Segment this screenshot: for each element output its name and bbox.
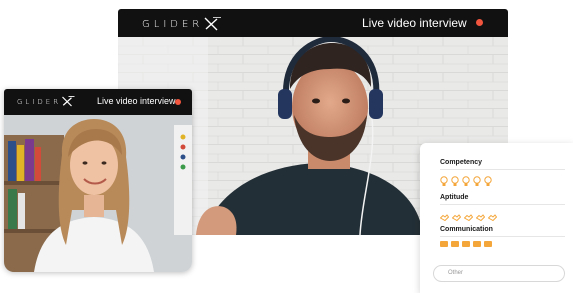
title-bar: GLIDER Live video interview <box>4 89 192 115</box>
rating-competency[interactable] <box>440 174 565 186</box>
signal-bar-icon[interactable] <box>451 241 459 247</box>
candidate-video-window: GLIDER Live video interview <box>4 89 192 272</box>
criterion-aptitude: Aptitude <box>439 194 565 222</box>
criterion-label: Competency <box>440 159 483 166</box>
brand-wordmark: GLIDER <box>17 97 62 106</box>
recording-indicator <box>175 99 181 105</box>
divider <box>440 204 565 205</box>
glider-x-icon <box>204 17 222 31</box>
handshake-icon[interactable] <box>463 209 474 222</box>
window-title: Live video interview <box>362 16 467 30</box>
handshake-icon[interactable] <box>439 209 450 222</box>
glider-x-icon <box>62 96 75 107</box>
lightbulb-icon[interactable] <box>451 174 459 186</box>
signal-bar-icon[interactable] <box>440 241 448 247</box>
criterion-label: Aptitude <box>440 194 469 201</box>
comment-input[interactable]: Other <box>433 265 565 282</box>
evaluation-panel: Competency Aptitude Communication Other <box>420 143 573 293</box>
window-title: Live video interview <box>97 96 176 106</box>
lightbulb-icon[interactable] <box>473 174 481 186</box>
title-bar: GLIDER Live video interview <box>118 9 508 37</box>
signal-bar-icon[interactable] <box>462 241 470 247</box>
brand-wordmark: GLIDER <box>142 18 204 30</box>
divider <box>440 236 565 237</box>
comment-placeholder: Other <box>448 270 464 276</box>
criterion-communication: Communication <box>440 226 565 247</box>
signal-bar-icon[interactable] <box>484 241 492 247</box>
handshake-icon[interactable] <box>487 209 498 222</box>
lightbulb-icon[interactable] <box>484 174 492 186</box>
lightbulb-icon[interactable] <box>462 174 470 186</box>
handshake-icon[interactable] <box>475 209 486 222</box>
rating-communication[interactable] <box>440 241 565 247</box>
criterion-label: Communication <box>440 226 493 233</box>
handshake-icon[interactable] <box>451 209 462 222</box>
lightbulb-icon[interactable] <box>440 174 448 186</box>
criterion-competency: Competency <box>440 159 565 186</box>
divider <box>440 169 565 170</box>
signal-bar-icon[interactable] <box>473 241 481 247</box>
recording-indicator <box>476 19 483 26</box>
brand-logo: GLIDER <box>17 96 76 107</box>
brand-logo: GLIDER <box>142 17 223 31</box>
rating-aptitude[interactable] <box>439 209 565 222</box>
candidate-video-feed <box>4 115 192 272</box>
